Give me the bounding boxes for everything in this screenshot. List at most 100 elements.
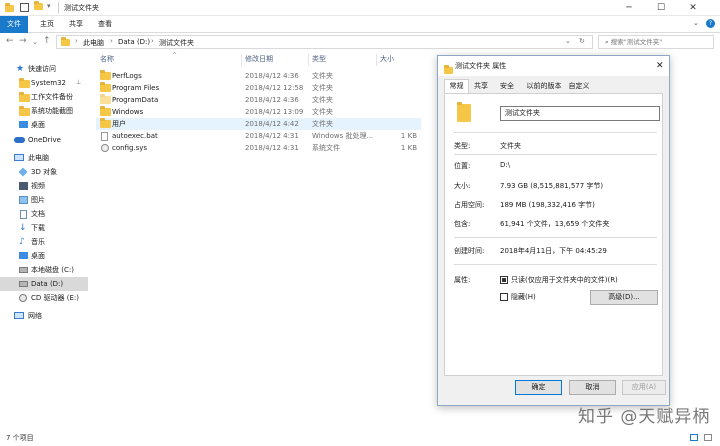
table-row[interactable]: ProgramData 2018/4/12 4:36 文件夹	[96, 94, 421, 106]
status-item-count: 7 个项目	[6, 434, 34, 442]
hidden-label: 隐藏(H)	[511, 293, 536, 301]
table-row[interactable]: 用户 2018/4/12 4:42 文件夹	[96, 118, 421, 130]
folder-icon	[5, 3, 15, 12]
tab-general[interactable]: 常规	[444, 79, 469, 94]
sidebar-item-quick-access[interactable]: ★ 快速访问	[0, 62, 88, 76]
tab-home[interactable]: 主页	[35, 16, 59, 33]
drive-icon	[19, 281, 28, 287]
sidebar-item-3d-objects[interactable]: 3D 对象	[0, 165, 88, 179]
table-row[interactable]: PerfLogs 2018/4/12 4:36 文件夹	[96, 70, 421, 82]
back-arrow-icon[interactable]: ←	[6, 36, 14, 46]
hidden-checkbox[interactable]	[500, 293, 508, 301]
tab-view[interactable]: 查看	[93, 16, 117, 33]
file-type: 文件夹	[312, 120, 333, 128]
sidebar-item-work-backup[interactable]: 工作文件备份	[0, 90, 88, 104]
table-row[interactable]: Windows 2018/4/12 13:09 文件夹	[96, 106, 421, 118]
breadcrumb-this-pc[interactable]: 此电脑	[83, 38, 104, 48]
column-separator[interactable]	[376, 54, 377, 66]
sidebar-item-data-d[interactable]: Data (D:)	[0, 277, 88, 291]
large-icons-view-icon[interactable]	[704, 434, 712, 441]
type-label: 类型:	[454, 142, 471, 150]
minimize-button[interactable]: ─	[616, 0, 642, 16]
created-label: 创建时间:	[454, 247, 485, 255]
folder-name-input[interactable]: 测试文件夹	[500, 106, 660, 121]
forward-arrow-icon[interactable]: →	[19, 36, 27, 46]
table-row[interactable]: autoexec.bat 2018/4/12 4:31 Windows 批处理.…	[96, 130, 421, 142]
ok-button[interactable]: 确定	[515, 380, 562, 395]
file-type: 文件夹	[312, 96, 333, 104]
file-name: 用户	[112, 120, 126, 128]
column-header-size[interactable]: 大小	[380, 52, 394, 67]
column-separator[interactable]	[241, 54, 242, 66]
help-icon[interactable]: ?	[706, 19, 715, 28]
tab-share[interactable]: 共享	[64, 16, 88, 33]
tab-customize[interactable]: 自定义	[566, 80, 592, 93]
sidebar-item-this-pc[interactable]: 此电脑	[0, 151, 88, 165]
download-icon: ↓	[19, 223, 27, 233]
sort-up-icon: ^	[172, 52, 178, 59]
tab-previous-versions[interactable]: 以前的版本	[523, 80, 565, 93]
sidebar-item-videos[interactable]: 视频	[0, 179, 88, 193]
new-folder-quick-icon[interactable]	[34, 1, 43, 12]
separator	[454, 132, 657, 133]
sidebar-item-desktop-quick[interactable]: 桌面	[0, 118, 88, 132]
advanced-button[interactable]: 高级(D)...	[590, 290, 658, 305]
watermark: 知乎 @天赋异柄	[578, 407, 711, 427]
location-value: D:\	[500, 161, 511, 169]
tab-file[interactable]: 文件	[0, 16, 28, 33]
contains-label: 包含:	[454, 220, 471, 228]
close-button[interactable]: ✕	[680, 0, 706, 16]
recent-dropdown-icon[interactable]: ⌄	[32, 38, 38, 46]
tab-sharing[interactable]: 共享	[470, 80, 492, 93]
column-header-type[interactable]: 类型	[312, 52, 326, 67]
file-type: 文件夹	[312, 72, 333, 80]
table-row[interactable]: config.sys 2018/4/12 4:31 系统文件 1 KB	[96, 142, 421, 154]
sidebar-item-system32[interactable]: System32 ⊥	[0, 76, 88, 90]
sidebar-item-screenshots[interactable]: 系统功能截图	[0, 104, 88, 118]
breadcrumb-data-drive[interactable]: Data (D:)	[118, 38, 150, 46]
created-value: 2018年4月11日，下午 04:45:29	[500, 247, 607, 255]
sidebar-item-documents[interactable]: 文档	[0, 207, 88, 221]
sidebar-item-downloads[interactable]: ↓ 下载	[0, 221, 88, 235]
readonly-checkbox[interactable]	[500, 276, 508, 284]
sidebar-item-pictures[interactable]: 图片	[0, 193, 88, 207]
expand-ribbon-icon[interactable]: ⌄	[693, 19, 699, 27]
breadcrumb-test-folder[interactable]: 测试文件夹	[159, 38, 194, 48]
attributes-label: 属性:	[454, 276, 471, 284]
file-type: 系统文件	[312, 144, 340, 152]
video-icon	[19, 182, 28, 190]
column-header-name[interactable]: 名称	[100, 52, 114, 67]
chevron-down-icon[interactable]: ⌄	[565, 37, 571, 45]
table-row[interactable]: Program Files 2018/4/12 12:58 文件夹	[96, 82, 421, 94]
dialog-close-button[interactable]: ✕	[656, 56, 664, 76]
apply-button[interactable]: 应用(A)	[622, 380, 666, 395]
column-separator[interactable]	[308, 54, 309, 66]
file-size: 1 KB	[400, 132, 417, 140]
gear-icon	[101, 144, 109, 156]
file-date: 2018/4/12 13:09	[245, 108, 304, 116]
search-placeholder: 搜索"测试文件夹"	[610, 38, 663, 46]
readonly-label: 只读(仅应用于文件夹中的文件)(R)	[511, 276, 618, 284]
sidebar-item-desktop[interactable]: 桌面	[0, 249, 88, 263]
search-input[interactable]: ⌕ 搜索"测试文件夹"	[598, 35, 714, 49]
sidebar-item-onedrive[interactable]: OneDrive	[0, 133, 88, 147]
maximize-button[interactable]: ☐	[648, 0, 674, 16]
drive-icon	[19, 267, 28, 273]
sidebar-item-cd-drive-e[interactable]: CD 驱动器 (E:)	[0, 291, 88, 305]
sidebar-item-network[interactable]: 网络	[0, 309, 88, 323]
details-view-icon[interactable]	[690, 434, 698, 441]
sidebar-item-local-disk-c[interactable]: 本地磁盘 (C:)	[0, 263, 88, 277]
tab-security[interactable]: 安全	[495, 80, 519, 93]
cancel-button[interactable]: 取消	[569, 380, 616, 395]
properties-quick-icon[interactable]	[20, 3, 29, 12]
column-header-date[interactable]: 修改日期	[245, 52, 273, 67]
sidebar-item-music[interactable]: ♪ 音乐	[0, 235, 88, 249]
qat-dropdown-icon[interactable]: ▾	[47, 2, 51, 10]
cloud-icon	[14, 137, 25, 143]
address-bar[interactable]: › 此电脑 › Data (D:) › 测试文件夹 ⌄ ↻	[56, 35, 593, 49]
refresh-icon[interactable]: ↻	[579, 37, 585, 45]
navigation-pane: ★ 快速访问 System32 ⊥ 工作文件备份 系统功能截图 桌面 OneDr…	[0, 55, 92, 425]
properties-dialog: 测试文件夹 属性 ✕ 常规 共享 安全 以前的版本 自定义 测试文件夹 类型: …	[437, 55, 670, 406]
cd-icon	[19, 294, 27, 302]
up-arrow-icon[interactable]: ↑	[43, 36, 51, 46]
